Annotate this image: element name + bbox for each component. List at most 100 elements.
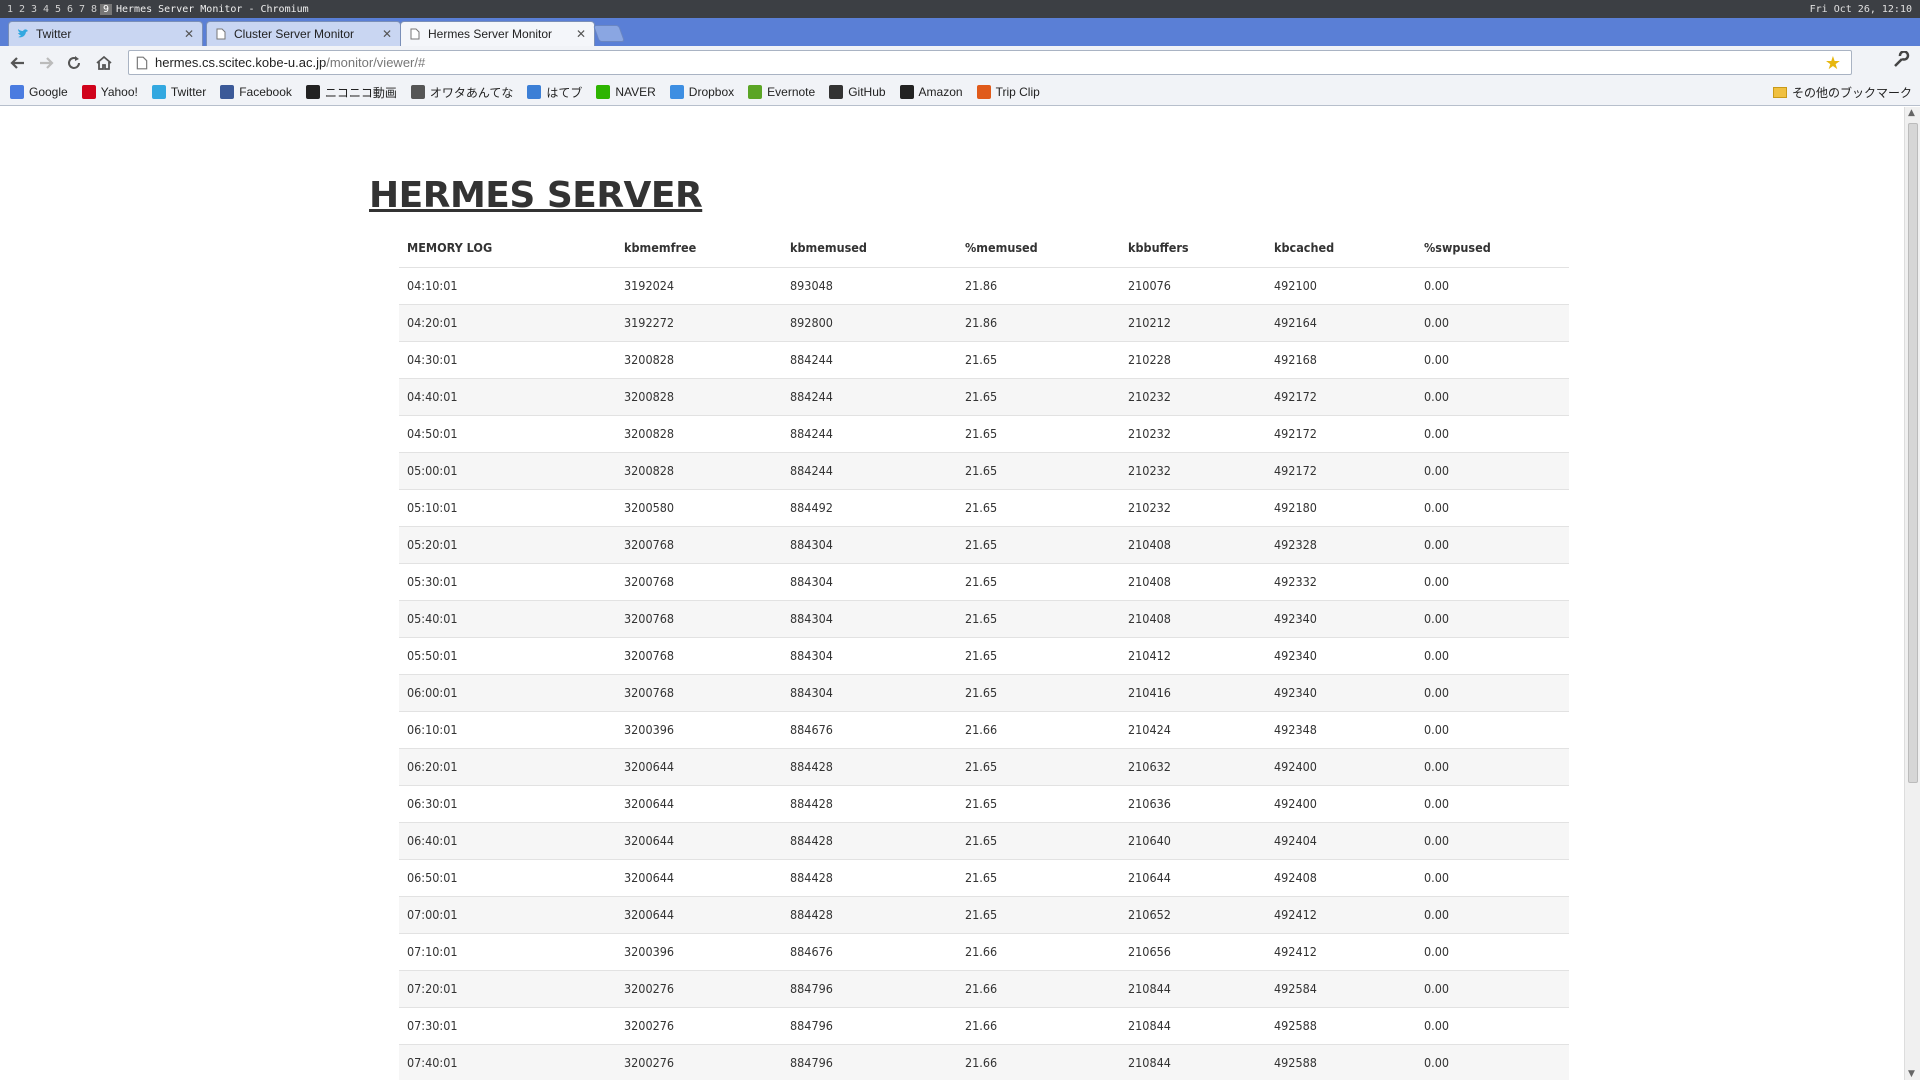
table-cell: 07:10:01 [399,932,616,970]
close-icon[interactable]: ✕ [382,27,392,41]
bookmark-naver[interactable]: NAVER [596,85,656,99]
table-cell: 3200276 [616,1006,782,1044]
workspace-switcher[interactable]: 123456789 [0,0,112,18]
table-cell: 210632 [1120,747,1266,785]
table-cell: 884304 [782,673,957,711]
table-row: 06:10:01 3200396 884676 21.66 210424 492348 0.… [399,710,1569,748]
table-cell: 21.66 [957,969,1120,1007]
back-arrow-icon [10,56,24,69]
bookmark-label: NAVER [615,85,656,99]
table-cell: 492588 [1266,1043,1416,1080]
workspace-2[interactable]: 2 [16,4,28,15]
amazon-icon [899,85,914,99]
scroll-up-icon[interactable]: ▲ [1908,108,1915,118]
table-cell: 884492 [782,488,957,526]
back-button[interactable] [5,50,31,76]
bookmark-[interactable]: はてブ [527,84,582,101]
table-cell: 210412 [1120,636,1266,674]
table-cell: 884676 [782,932,957,970]
tab-cluster-server-monitor[interactable]: Cluster Server Monitor ✕ [206,21,401,46]
new-tab-button[interactable] [592,25,626,42]
table-cell: 210408 [1120,525,1266,563]
bookmark-label: はてブ [546,85,583,100]
table-cell: 21.65 [957,673,1120,711]
workspace-5[interactable]: 5 [52,4,64,15]
table-row: 04:40:01 3200828 884244 21.65 210232 492172 0.… [399,377,1569,415]
table-cell: 3200580 [616,488,782,526]
table-cell: 210408 [1120,599,1266,637]
bookmark-[interactable]: オワタあんてな [410,84,513,101]
close-icon[interactable]: ✕ [184,27,194,41]
reload-button[interactable] [61,50,87,76]
tab-strip: Twitter ✕ Cluster Server Monitor ✕ Herme… [0,18,1920,46]
bookmark-label: Yahoo! [100,85,138,99]
table-cell: 492100 [1266,266,1416,304]
table-cell: 04:20:01 [399,303,616,341]
scroll-down-icon[interactable]: ▼ [1908,1069,1915,1079]
table-cell: 0.00 [1416,858,1569,896]
forward-button[interactable] [33,50,59,76]
table-cell: 492332 [1266,562,1416,600]
workspace-6[interactable]: 6 [64,4,76,15]
vertical-scrollbar[interactable]: ▲ ▼ [1904,107,1920,1080]
bookmark-trip-clip[interactable]: Trip Clip [976,85,1040,99]
workspace-4[interactable]: 4 [40,4,52,15]
page-icon [215,28,227,40]
other-bookmarks-button[interactable]: その他のブックマーク [1772,84,1912,101]
table-cell: 884244 [782,340,957,378]
close-icon[interactable]: ✕ [576,27,586,41]
table-cell: 210416 [1120,673,1266,711]
bookmark-label: GitHub [848,85,886,99]
workspace-8[interactable]: 8 [88,4,100,15]
home-button[interactable] [91,50,117,76]
bookmark-evernote[interactable]: Evernote [748,85,815,99]
bookmark-[interactable]: ニコニコ動画 [305,84,397,101]
bookmark-google[interactable]: Google [10,85,68,99]
address-bar[interactable]: hermes.cs.scitec.kobe-u.ac.jp/monitor/vi… [128,50,1852,75]
table-row: 07:30:01 3200276 884796 21.66 210844 492588 0.… [399,1006,1569,1044]
tab-twitter[interactable]: Twitter ✕ [8,21,203,46]
table-cell: 04:10:01 [399,266,616,304]
table-cell: 210408 [1120,562,1266,600]
table-row: 05:40:01 3200768 884304 21.65 210408 492340 0.… [399,599,1569,637]
table-cell: 210652 [1120,895,1266,933]
github-icon [829,85,844,99]
bookmark-amazon[interactable]: Amazon [899,85,963,99]
table-cell: 3200768 [616,562,782,600]
workspace-3[interactable]: 3 [28,4,40,15]
bookmark-label: ニコニコ動画 [324,85,397,100]
bookmark-star-icon[interactable]: ★ [1825,53,1841,74]
bookmark-yahoo[interactable]: Yahoo! [81,85,138,99]
hatebu-icon [527,85,542,99]
table-cell: 884676 [782,710,957,748]
workspace-7[interactable]: 7 [76,4,88,15]
tab-label: Twitter [36,27,72,41]
table-cell: 210844 [1120,1006,1266,1044]
bookmark-github[interactable]: GitHub [829,85,886,99]
bookmark-twitter[interactable]: Twitter [151,85,206,99]
table-cell: 0.00 [1416,747,1569,785]
table-cell: 492588 [1266,1006,1416,1044]
table-cell: 0.00 [1416,562,1569,600]
bookmark-label: Trip Clip [995,85,1040,99]
workspace-9[interactable]: 9 [100,3,112,15]
bookmark-facebook[interactable]: Facebook [220,85,292,99]
table-cell: 884428 [782,747,957,785]
table-cell: 21.65 [957,858,1120,896]
wrench-menu-icon[interactable] [1892,50,1910,73]
page-viewport: HERMES SERVER MEMORY LOG kbmemfree kbmemus… [1,107,1904,1080]
workspace-1[interactable]: 1 [4,4,16,15]
table-cell: 0.00 [1416,895,1569,933]
table-cell: 0.00 [1416,451,1569,489]
bookmarks-list: Google Yahoo! Twitter Facebook ニコニコ動画 オワタあんてな… [10,84,1054,101]
table-cell: 3200644 [616,895,782,933]
table-cell: 0.00 [1416,377,1569,415]
bookmark-dropbox[interactable]: Dropbox [669,85,734,99]
table-cell: 06:10:01 [399,710,616,748]
scrollbar-thumb[interactable] [1908,123,1918,783]
table-cell: 492172 [1266,451,1416,489]
dropbox-icon [669,85,684,99]
tab-hermes-server-monitor[interactable]: Hermes Server Monitor ✕ [400,21,595,46]
table-cell: 05:30:01 [399,562,616,600]
table-row: 07:20:01 3200276 884796 21.66 210844 492584 0.… [399,969,1569,1007]
